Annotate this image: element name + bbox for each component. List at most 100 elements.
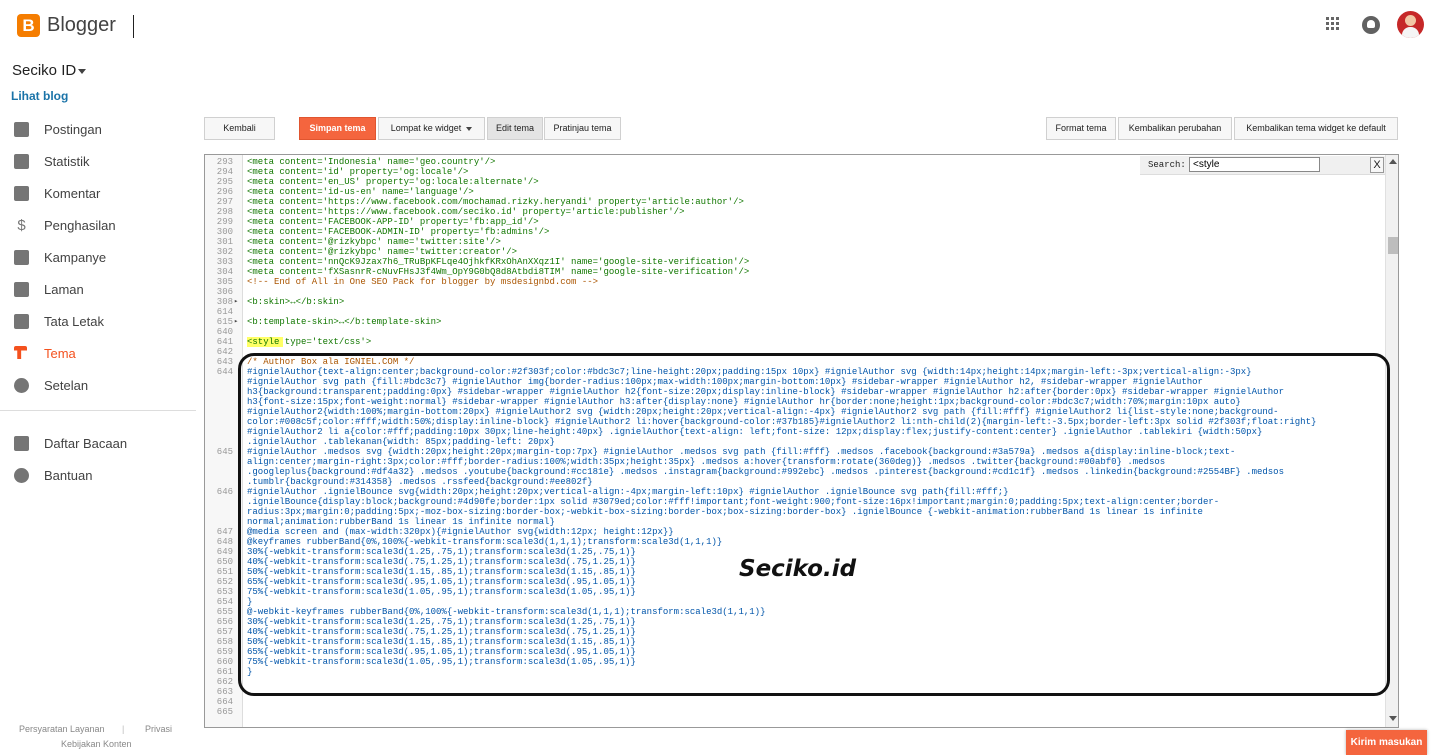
preview-theme-button[interactable]: Pratinjau tema <box>544 117 621 140</box>
privacy-link[interactable]: Privasi <box>145 724 172 734</box>
terms-link[interactable]: Persyaratan Layanan <box>19 724 105 734</box>
scroll-up-arrow-icon[interactable] <box>1389 159 1397 164</box>
line-number: 293 <box>216 157 233 167</box>
revert-changes-button[interactable]: Kembalikan perubahan <box>1118 117 1232 140</box>
annotation-highlight-box <box>238 353 1390 696</box>
jump-to-widget-dropdown[interactable]: Lompat ke widget <box>378 117 485 140</box>
sidebar-item-label: Daftar Bacaan <box>44 436 128 451</box>
content-policy-link[interactable]: Kebijakan Konten <box>61 739 132 749</box>
format-theme-button[interactable]: Format tema <box>1046 117 1116 140</box>
sidebar-item-label: Bantuan <box>44 468 93 483</box>
line-number: 663 <box>216 687 233 697</box>
code-text: <meta content='id' property='og:locale'/… <box>247 167 469 177</box>
send-feedback-button[interactable]: Kirim masukan <box>1346 730 1427 755</box>
line-number: 654 <box>216 597 233 607</box>
top-bar: Blogger <box>0 0 1439 52</box>
search-input[interactable] <box>1189 157 1320 172</box>
gear-icon <box>14 378 29 393</box>
blogger-logo-icon[interactable] <box>17 14 40 37</box>
fold-arrow-icon[interactable]: ▸ <box>234 297 238 307</box>
line-number: 296 <box>216 187 233 197</box>
search-close-button[interactable]: X <box>1370 157 1384 173</box>
scroll-down-arrow-icon[interactable] <box>1389 716 1397 721</box>
line-number: 299 <box>216 217 233 227</box>
notification-icon[interactable] <box>1362 16 1380 34</box>
sidebar-item-kampanye[interactable]: Kampanye <box>0 244 196 272</box>
line-number: 295 <box>216 177 233 187</box>
apps-grid-icon[interactable] <box>1326 17 1340 31</box>
code-text: <style type='text/css'> <box>247 337 372 347</box>
line-number: 303 <box>216 257 233 267</box>
sidebar-item-label: Komentar <box>44 186 101 201</box>
jump-to-widget-label: Lompat ke widget <box>390 123 462 133</box>
code-text: <meta content='en_US' property='og:local… <box>247 177 539 187</box>
line-number: 650 <box>216 557 233 567</box>
line-number: 644 <box>216 367 233 377</box>
revert-widget-default-button[interactable]: Kembalikan tema widget ke default <box>1234 117 1398 140</box>
stats-icon <box>14 154 29 169</box>
scroll-thumb[interactable] <box>1388 237 1398 254</box>
top-divider <box>133 15 134 38</box>
sidebar-item-bantuan[interactable]: Bantuan <box>0 462 196 490</box>
dollar-icon: $ <box>17 217 26 234</box>
code-text: <!-- End of All in One SEO Pack for blog… <box>247 277 599 287</box>
sidebar-item-tata-letak[interactable]: Tata Letak <box>0 308 196 336</box>
line-number: 664 <box>216 697 233 707</box>
code-text: <b:template-skin>↔</b:template-skin> <box>247 317 442 327</box>
sidebar-item-statistik[interactable]: Statistik <box>0 148 196 176</box>
save-theme-button[interactable]: Simpan tema <box>299 117 376 140</box>
line-number: 662 <box>216 677 233 687</box>
back-button[interactable]: Kembali <box>204 117 275 140</box>
blog-name-selector[interactable]: Seciko ID <box>12 62 76 79</box>
brand-name[interactable]: Blogger <box>47 14 116 37</box>
sidebar-item-postingan[interactable]: Postingan <box>0 116 196 144</box>
campaign-icon <box>14 250 29 265</box>
line-number: 659 <box>216 647 233 657</box>
help-icon <box>14 468 29 483</box>
line-number: 649 <box>216 547 233 557</box>
edit-theme-button[interactable]: Edit tema <box>487 117 543 140</box>
line-number: 302 <box>216 247 233 257</box>
fold-arrow-icon[interactable]: ▸ <box>234 317 238 327</box>
search-label: Search: <box>1148 160 1186 170</box>
line-number: 643 <box>216 357 233 367</box>
sidebar-item-daftar-bacaan[interactable]: Daftar Bacaan <box>0 430 196 458</box>
pages-icon <box>14 282 29 297</box>
line-number: 614 <box>216 307 233 317</box>
line-number: 651 <box>216 567 233 577</box>
chevron-down-icon[interactable] <box>78 69 86 74</box>
line-number: 641 <box>216 337 233 347</box>
sidebar-item-label: Postingan <box>44 122 102 137</box>
line-number: 298 <box>216 207 233 217</box>
posts-icon <box>14 122 29 137</box>
line-number: 661 <box>216 667 233 677</box>
code-text: <meta content='https://www.facebook.com/… <box>247 207 685 217</box>
code-text: <meta content='Indonesia' name='geo.coun… <box>247 157 496 167</box>
sidebar-item-label: Statistik <box>44 154 90 169</box>
line-number: 665 <box>216 707 233 717</box>
line-number: 294 <box>216 167 233 177</box>
code-text: <b:skin>↔</b:skin> <box>247 297 345 307</box>
line-number: 657 <box>216 627 233 637</box>
line-number: 301 <box>216 237 233 247</box>
code-text: <meta content='id-us-en' name='language'… <box>247 187 474 197</box>
line-number: 308 <box>216 297 233 307</box>
avatar[interactable] <box>1397 11 1424 38</box>
sidebar-item-tema[interactable]: Tema <box>0 340 196 368</box>
sidebar-item-komentar[interactable]: Komentar <box>0 180 196 208</box>
line-number: 306 <box>216 287 233 297</box>
layout-icon <box>14 314 29 329</box>
watermark-text: Seciko.id <box>739 556 857 582</box>
sidebar-item-label: Laman <box>44 282 84 297</box>
footer-separator: | <box>122 724 125 734</box>
sidebar-item-setelan[interactable]: Setelan <box>0 372 196 400</box>
view-blog-link[interactable]: Lihat blog <box>11 89 68 103</box>
code-text: <meta content='@rizkybpc' name='twitter:… <box>247 237 501 247</box>
sidebar-item-penghasilan[interactable]: $ Penghasilan <box>0 212 196 240</box>
comments-icon <box>14 186 29 201</box>
sidebar-item-label: Kampanye <box>44 250 107 265</box>
line-number: 300 <box>216 227 233 237</box>
sidebar-item-laman[interactable]: Laman <box>0 276 196 304</box>
line-number: 652 <box>216 577 233 587</box>
sidebar-item-label: Setelan <box>44 378 89 393</box>
